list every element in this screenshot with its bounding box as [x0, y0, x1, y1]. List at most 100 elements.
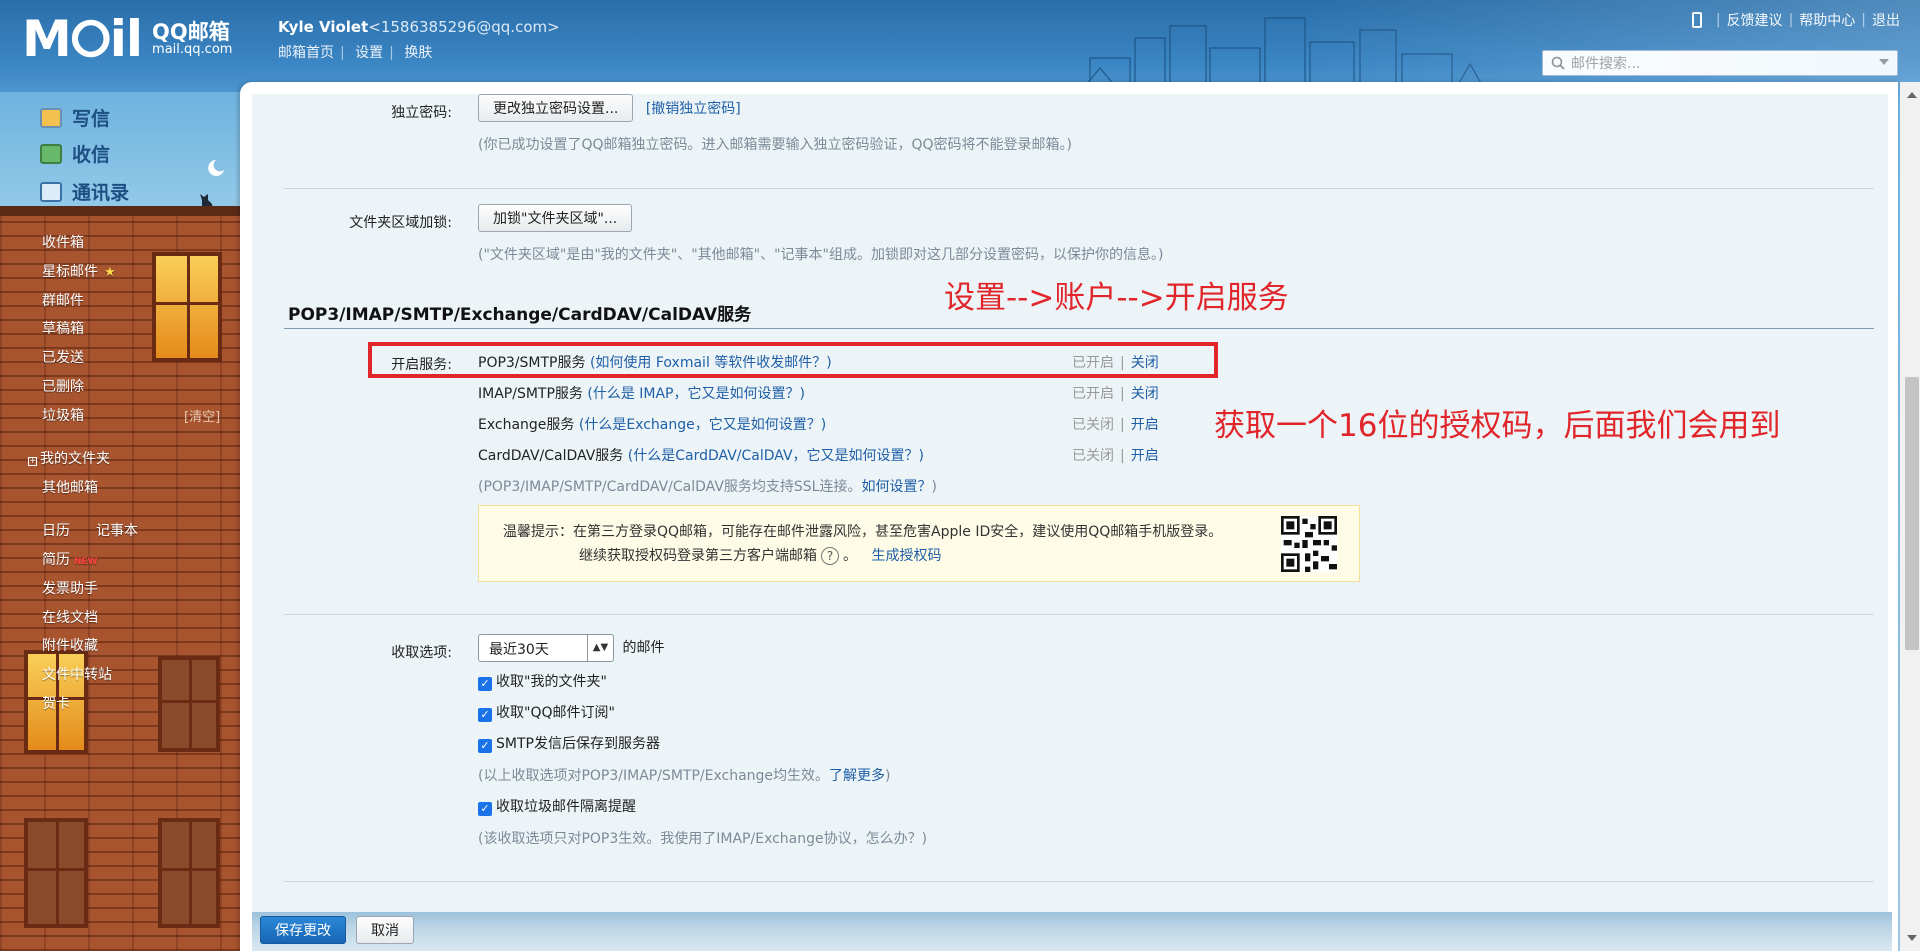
sidebar-item-group-mail[interactable]: 群邮件: [42, 290, 84, 310]
contacts-label: 通讯录: [72, 182, 130, 204]
warning-continue-text: 继续获取授权码登录第三方客户端邮箱: [579, 548, 817, 564]
star-icon: ★: [104, 265, 116, 280]
sidebar-item-file-transfer[interactable]: 文件中转站: [42, 664, 112, 684]
compose-label: 写信: [72, 108, 111, 130]
clear-spam-link[interactable]: [清空]: [184, 406, 220, 425]
recv-range-select[interactable]: 最近30天 ▲▼: [478, 634, 614, 662]
sidebar-item-resume[interactable]: 简历 NEW: [42, 549, 98, 569]
sidebar-item-invoice[interactable]: 发票助手: [42, 578, 98, 598]
exchange-toggle-link[interactable]: 开启: [1131, 417, 1159, 433]
sidebar-folders: [0, 216, 240, 951]
smtp-save-option[interactable]: ✓ SMTP发信后保存到服务器: [478, 733, 660, 753]
warning-text: 温馨提示：在第三方登录QQ邮箱，可能存在邮件泄露风险，甚至危害Apple ID安…: [503, 524, 1223, 540]
recv-suffix: 的邮件: [622, 640, 665, 656]
highlight-box: [368, 342, 1218, 378]
window-decoration: [152, 252, 222, 362]
logo-domain: mail.qq.com: [152, 42, 233, 58]
sidebar-item-calendar[interactable]: 日历: [42, 520, 70, 540]
scroll-up-icon[interactable]: [1907, 92, 1917, 98]
mobile-icon[interactable]: [1691, 12, 1702, 28]
feedback-link[interactable]: 反馈建议: [1727, 10, 1783, 30]
checkbox-checked-icon[interactable]: ✓: [478, 739, 492, 753]
service-imap-smtp: IMAP/SMTP服务 (什么是 IMAP，它又是如何设置？): [478, 383, 805, 403]
sidebar-primary: 写信 收信 通讯录: [0, 92, 240, 216]
resume-label: 简历: [42, 552, 70, 568]
sidebar-item-sent[interactable]: 已发送: [42, 347, 84, 367]
service-state: 已关闭: [1072, 448, 1114, 464]
service-name: Exchange服务: [478, 417, 575, 433]
option-label: SMTP发信后保存到服务器: [496, 736, 660, 752]
recv-options-label: 收取选项:: [391, 645, 452, 661]
ssl-hint: (POP3/IMAP/SMTP/CardDAV/CalDAV服务均支持SSL连接…: [478, 476, 937, 496]
ssl-howto-link[interactable]: 如何设置？: [861, 479, 931, 495]
checkbox-checked-icon[interactable]: ✓: [478, 802, 492, 816]
divider: [284, 614, 1874, 615]
select-arrows-icon: ▲▼: [587, 635, 613, 661]
compose-icon: [40, 107, 62, 128]
contacts-button[interactable]: 通讯录: [40, 178, 129, 205]
mailbox-home-link[interactable]: 邮箱首页: [278, 45, 334, 61]
receive-button[interactable]: 收信: [40, 140, 110, 167]
sidebar-item-notes[interactable]: 记事本: [96, 520, 138, 540]
service-state: 已开启: [1072, 386, 1114, 402]
service-help-link[interactable]: (什么是CardDAV/CalDAV，它又是如何设置？): [628, 448, 924, 464]
qq-mail-logo[interactable]: M⭘il QQ邮箱 mail.qq.com: [22, 14, 232, 64]
logout-link[interactable]: 退出: [1872, 10, 1900, 30]
change-skin-link[interactable]: 换肤: [404, 45, 432, 61]
scroll-thumb[interactable]: [1905, 377, 1919, 650]
sidebar-item-online-docs[interactable]: 在线文档: [42, 607, 98, 627]
sidebar-item-greeting-card[interactable]: 贺卡: [42, 693, 70, 713]
checkbox-checked-icon[interactable]: ✓: [478, 708, 492, 722]
carddav-toggle-link[interactable]: 开启: [1131, 448, 1159, 464]
divider: [284, 188, 1874, 189]
cancel-indep-pwd-link[interactable]: [撤销独立密码]: [646, 101, 741, 117]
cancel-button[interactable]: 取消: [356, 916, 414, 944]
expand-plus-icon[interactable]: +: [28, 457, 37, 466]
starred-label: 星标邮件: [42, 264, 98, 280]
imap-toggle-link[interactable]: 关闭: [1131, 386, 1159, 402]
recv-subscription-option[interactable]: ✓ 收取"QQ邮件订阅": [478, 702, 615, 722]
sidebar-item-inbox[interactable]: 收件箱: [42, 232, 84, 252]
settings-link[interactable]: 设置: [355, 45, 383, 61]
indep-pwd-label: 独立密码:: [391, 105, 452, 121]
sidebar-item-spam[interactable]: 垃圾箱: [42, 405, 84, 425]
search-dropdown-icon[interactable]: [1879, 59, 1889, 65]
generate-auth-code-link[interactable]: 生成授权码: [871, 548, 941, 564]
service-help-link[interactable]: (什么是Exchange，它又是如何设置？): [579, 417, 826, 433]
sidebar-item-my-folders[interactable]: + 我的文件夹: [28, 448, 110, 468]
checkbox-checked-icon[interactable]: ✓: [478, 677, 492, 691]
sidebar-item-starred[interactable]: 星标邮件 ★: [42, 261, 116, 281]
divider: [284, 881, 1874, 882]
change-indep-pwd-button[interactable]: 更改独立密码设置...: [478, 94, 634, 122]
service-help-link[interactable]: (什么是 IMAP，它又是如何设置？): [587, 386, 805, 402]
search-icon: [1551, 56, 1565, 70]
folder-lock-button[interactable]: 加锁"文件夹区域"...: [478, 204, 633, 232]
folder-lock-label: 文件夹区域加锁:: [349, 215, 452, 231]
user-name[interactable]: Kyle Violet: [278, 18, 368, 36]
window-decoration: [158, 818, 220, 928]
indep-pwd-hint: (你已成功设置了QQ邮箱独立密码。进入邮箱需要输入独立密码验证，QQ密码将不能登…: [478, 137, 1072, 153]
option-label: 收取垃圾邮件隔离提醒: [496, 799, 636, 815]
learn-more-link[interactable]: 了解更多: [829, 768, 885, 784]
section-divider: [284, 328, 1874, 329]
sidebar-item-other-mail[interactable]: 其他邮箱: [42, 477, 98, 497]
recv-my-folders-option[interactable]: ✓ 收取"我的文件夹": [478, 671, 607, 691]
scroll-down-icon[interactable]: [1907, 935, 1917, 941]
sidebar-item-attachments[interactable]: 附件收藏: [42, 635, 98, 655]
recv-options-hint: (以上收取选项对POP3/IMAP/SMTP/Exchange均生效。了解更多): [478, 765, 891, 785]
spam-reminder-option[interactable]: ✓ 收取垃圾邮件隔离提醒: [478, 796, 636, 816]
ssl-hint-close: ): [931, 479, 937, 495]
help-question-icon[interactable]: ?: [821, 547, 839, 565]
sidebar-item-deleted[interactable]: 已删除: [42, 376, 84, 396]
help-center-link[interactable]: 帮助中心: [1799, 10, 1855, 30]
service-exchange-state: 已关闭 | 开启: [1072, 417, 1159, 433]
service-name: IMAP/SMTP服务: [478, 386, 583, 402]
option-label: 收取"我的文件夹": [496, 674, 607, 690]
vertical-scrollbar[interactable]: [1900, 82, 1920, 951]
compose-button[interactable]: 写信: [40, 104, 110, 131]
city-skyline-decoration: [1080, 17, 1487, 92]
save-changes-button[interactable]: 保存更改: [260, 916, 346, 944]
sidebar-item-drafts[interactable]: 草稿箱: [42, 318, 84, 338]
mail-search-input[interactable]: 邮件搜索...: [1542, 50, 1898, 76]
footer-bar: 保存更改 取消: [252, 912, 1892, 951]
